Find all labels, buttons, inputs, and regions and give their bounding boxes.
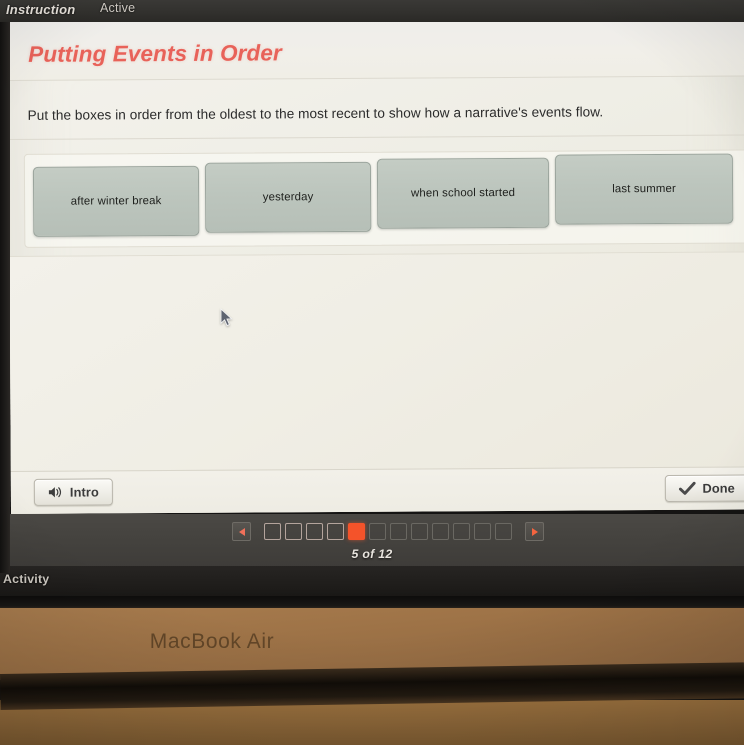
lesson-app-surface: Putting Events in Order Put the boxes in… bbox=[8, 13, 744, 514]
check-icon bbox=[678, 481, 696, 495]
pager-dot-4[interactable] bbox=[327, 523, 344, 540]
lesson-header: Putting Events in Order bbox=[8, 13, 744, 81]
screenshot-root: Instruction Active Putting Events in Ord… bbox=[0, 0, 744, 745]
intro-button-label: Intro bbox=[69, 484, 99, 500]
pager-dot-2[interactable] bbox=[285, 523, 302, 540]
draggable-tile-tray: after winter break yesterday when school… bbox=[23, 149, 744, 248]
tile-label: last summer bbox=[612, 182, 676, 196]
pager-dot-5[interactable] bbox=[348, 523, 365, 540]
pagination-strip: 5 of 12 bbox=[0, 514, 744, 572]
pager-dot-10[interactable] bbox=[453, 523, 470, 540]
screen-bezel-left bbox=[0, 18, 10, 573]
drop-target-canvas[interactable] bbox=[9, 252, 744, 471]
speaker-icon bbox=[48, 486, 63, 499]
pager-dot-7[interactable] bbox=[390, 523, 407, 540]
os-bar-instruction-label[interactable]: Instruction bbox=[6, 2, 75, 17]
draggable-tile[interactable]: yesterday bbox=[204, 161, 372, 233]
chevron-right-icon bbox=[531, 527, 538, 536]
draggable-tile[interactable]: after winter break bbox=[32, 165, 200, 237]
top-os-bar: Instruction Active bbox=[0, 0, 744, 22]
intro-button[interactable]: Intro bbox=[33, 478, 113, 506]
prev-page-button[interactable] bbox=[232, 522, 251, 541]
pager-dot-8[interactable] bbox=[411, 523, 428, 540]
chevron-left-icon bbox=[238, 527, 245, 536]
prompt-text: Put the boxes in order from the oldest t… bbox=[27, 104, 604, 123]
page-count-label: 5 of 12 bbox=[351, 547, 393, 561]
tile-label: yesterday bbox=[262, 191, 314, 204]
page-title: Putting Events in Order bbox=[28, 40, 282, 67]
pager-dot-3[interactable] bbox=[306, 523, 323, 540]
device-brand-label: MacBook Air bbox=[149, 630, 275, 653]
draggable-tile[interactable]: when school started bbox=[376, 157, 550, 229]
prompt-row: Put the boxes in order from the oldest t… bbox=[8, 76, 744, 140]
draggable-tile[interactable]: last summer bbox=[554, 153, 734, 225]
lesson-toolbar: Intro Done bbox=[10, 466, 744, 514]
pager-dot-12[interactable] bbox=[495, 523, 512, 540]
done-button-label: Done bbox=[702, 480, 735, 496]
pager-dot-11[interactable] bbox=[474, 523, 491, 540]
pagination-controls bbox=[232, 522, 544, 541]
done-button[interactable]: Done bbox=[664, 474, 744, 502]
tile-label: after winter break bbox=[70, 195, 162, 208]
next-page-button[interactable] bbox=[525, 522, 544, 541]
pager-dot-9[interactable] bbox=[432, 523, 449, 540]
os-bar-active-label[interactable]: Active bbox=[100, 1, 135, 15]
pager-dot-1[interactable] bbox=[264, 523, 281, 540]
tile-label: when school started bbox=[410, 186, 516, 200]
pager-dot-6[interactable] bbox=[369, 523, 386, 540]
activity-label[interactable]: Activity bbox=[3, 572, 49, 586]
